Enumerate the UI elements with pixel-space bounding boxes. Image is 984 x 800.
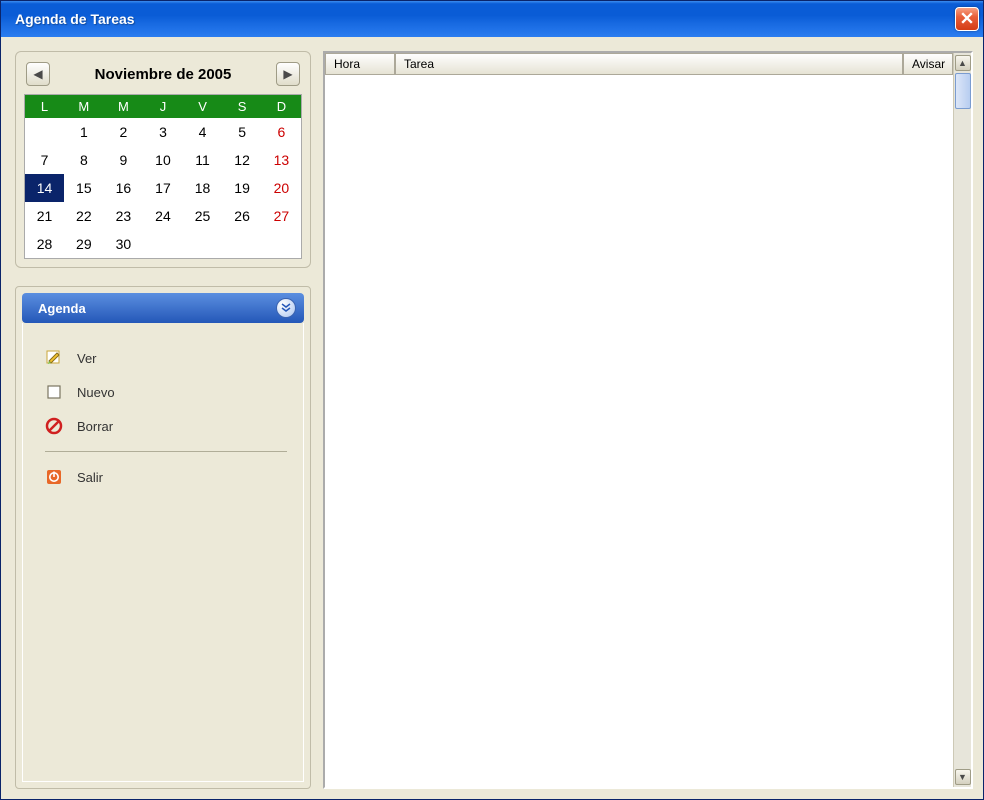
calendar-day-cell[interactable]: 1 xyxy=(64,118,104,146)
calendar-day-cell xyxy=(183,230,223,259)
calendar-day-cell[interactable]: 3 xyxy=(143,118,183,146)
dow-label: J xyxy=(143,95,183,119)
calendar-panel: ◀ Noviembre de 2005 ▶ L M M J V xyxy=(15,51,311,268)
close-button[interactable] xyxy=(955,7,979,31)
calendar-day-cell[interactable]: 15 xyxy=(64,174,104,202)
menu-salir[interactable]: Salir xyxy=(41,460,291,494)
chevron-right-icon: ▶ xyxy=(283,67,292,81)
menu-ver[interactable]: Ver xyxy=(41,341,291,375)
calendar-day-cell[interactable]: 21 xyxy=(25,202,65,230)
calendar-day-cell[interactable]: 12 xyxy=(222,146,262,174)
dow-label: L xyxy=(25,95,65,119)
column-avisar[interactable]: Avisar xyxy=(903,53,953,75)
window-title: Agenda de Tareas xyxy=(15,11,955,27)
menu-nuevo[interactable]: Nuevo xyxy=(41,375,291,409)
scroll-down-button[interactable]: ▼ xyxy=(955,769,971,785)
menu-separator xyxy=(45,451,287,452)
vertical-scrollbar[interactable]: ▲ ▼ xyxy=(953,53,971,787)
calendar-day-cell[interactable]: 17 xyxy=(143,174,183,202)
calendar-day-cell[interactable]: 14 xyxy=(25,174,65,202)
edit-icon xyxy=(45,349,63,367)
calendar-day-cell[interactable]: 26 xyxy=(222,202,262,230)
calendar-day-cell[interactable]: 27 xyxy=(262,202,302,230)
calendar-title: Noviembre de 2005 xyxy=(95,66,232,83)
calendar-day-cell[interactable]: 25 xyxy=(183,202,223,230)
calendar-week-row: 78910111213 xyxy=(25,146,302,174)
calendar-dow-row: L M M J V S D xyxy=(25,95,302,119)
calendar-day-cell[interactable]: 2 xyxy=(104,118,144,146)
scroll-up-button[interactable]: ▲ xyxy=(955,55,971,71)
calendar-day-cell[interactable]: 5 xyxy=(222,118,262,146)
calendar-day-cell[interactable]: 20 xyxy=(262,174,302,202)
column-tarea[interactable]: Tarea xyxy=(395,53,903,75)
calendar-day-cell[interactable]: 10 xyxy=(143,146,183,174)
calendar-day-cell[interactable]: 19 xyxy=(222,174,262,202)
calendar-day-cell xyxy=(262,230,302,259)
calendar-day-cell[interactable]: 9 xyxy=(104,146,144,174)
menu-borrar[interactable]: Borrar xyxy=(41,409,291,443)
next-month-button[interactable]: ▶ xyxy=(276,62,300,86)
chevron-up-icon: ▲ xyxy=(958,58,967,68)
task-table-header: Hora Tarea Avisar xyxy=(325,53,953,75)
scrollbar-thumb[interactable] xyxy=(955,73,971,109)
calendar-week-row: 282930 xyxy=(25,230,302,259)
menu-label: Salir xyxy=(77,470,103,485)
calendar-day-cell[interactable]: 7 xyxy=(25,146,65,174)
calendar-day-cell xyxy=(222,230,262,259)
menu-label: Borrar xyxy=(77,419,113,434)
calendar-week-row: 21222324252627 xyxy=(25,202,302,230)
prev-month-button[interactable]: ◀ xyxy=(26,62,50,86)
delete-icon xyxy=(45,417,63,435)
calendar-day-cell[interactable]: 16 xyxy=(104,174,144,202)
calendar-day-cell[interactable]: 24 xyxy=(143,202,183,230)
task-agenda-window: Agenda de Tareas ◀ Noviembre de 2005 ▶ xyxy=(0,0,984,800)
chevron-down-icon: ▼ xyxy=(958,772,967,782)
dow-label: V xyxy=(183,95,223,119)
calendar-day-cell[interactable]: 8 xyxy=(64,146,104,174)
calendar-day-cell[interactable]: 11 xyxy=(183,146,223,174)
calendar-week-row: 14151617181920 xyxy=(25,174,302,202)
calendar-grid: L M M J V S D 12345678910111213141516171… xyxy=(24,94,302,259)
calendar-day-cell[interactable]: 23 xyxy=(104,202,144,230)
collapse-button[interactable] xyxy=(276,298,296,318)
calendar-week-row: 123456 xyxy=(25,118,302,146)
dow-label: M xyxy=(104,95,144,119)
agenda-header[interactable]: Agenda xyxy=(22,293,304,323)
calendar-day-cell[interactable]: 6 xyxy=(262,118,302,146)
menu-label: Ver xyxy=(77,351,97,366)
exit-icon xyxy=(45,468,63,486)
calendar-day-cell[interactable]: 18 xyxy=(183,174,223,202)
client-area: ◀ Noviembre de 2005 ▶ L M M J V xyxy=(1,37,983,799)
dow-label: D xyxy=(262,95,302,119)
new-icon xyxy=(45,383,63,401)
calendar-day-cell[interactable]: 30 xyxy=(104,230,144,259)
calendar-day-cell[interactable]: 13 xyxy=(262,146,302,174)
calendar-day-cell xyxy=(25,118,65,146)
calendar-day-cell[interactable]: 4 xyxy=(183,118,223,146)
task-list-panel: Hora Tarea Avisar ▲ ▼ xyxy=(323,51,973,789)
left-column: ◀ Noviembre de 2005 ▶ L M M J V xyxy=(15,51,311,789)
agenda-header-label: Agenda xyxy=(38,301,86,316)
chevron-left-icon: ◀ xyxy=(33,67,42,81)
calendar-day-cell[interactable]: 29 xyxy=(64,230,104,259)
dow-label: M xyxy=(64,95,104,119)
calendar-day-cell[interactable]: 22 xyxy=(64,202,104,230)
close-icon xyxy=(961,11,973,27)
agenda-panel: Agenda Ver xyxy=(15,286,311,789)
agenda-body: Ver Nuevo Borrar xyxy=(22,323,304,782)
calendar-day-cell[interactable]: 28 xyxy=(25,230,65,259)
column-hora[interactable]: Hora xyxy=(325,53,395,75)
titlebar[interactable]: Agenda de Tareas xyxy=(1,1,983,37)
menu-label: Nuevo xyxy=(77,385,115,400)
calendar-day-cell xyxy=(143,230,183,259)
calendar-header: ◀ Noviembre de 2005 ▶ xyxy=(24,60,302,94)
task-table: Hora Tarea Avisar xyxy=(325,53,953,787)
chevron-down-double-icon xyxy=(281,301,291,316)
dow-label: S xyxy=(222,95,262,119)
